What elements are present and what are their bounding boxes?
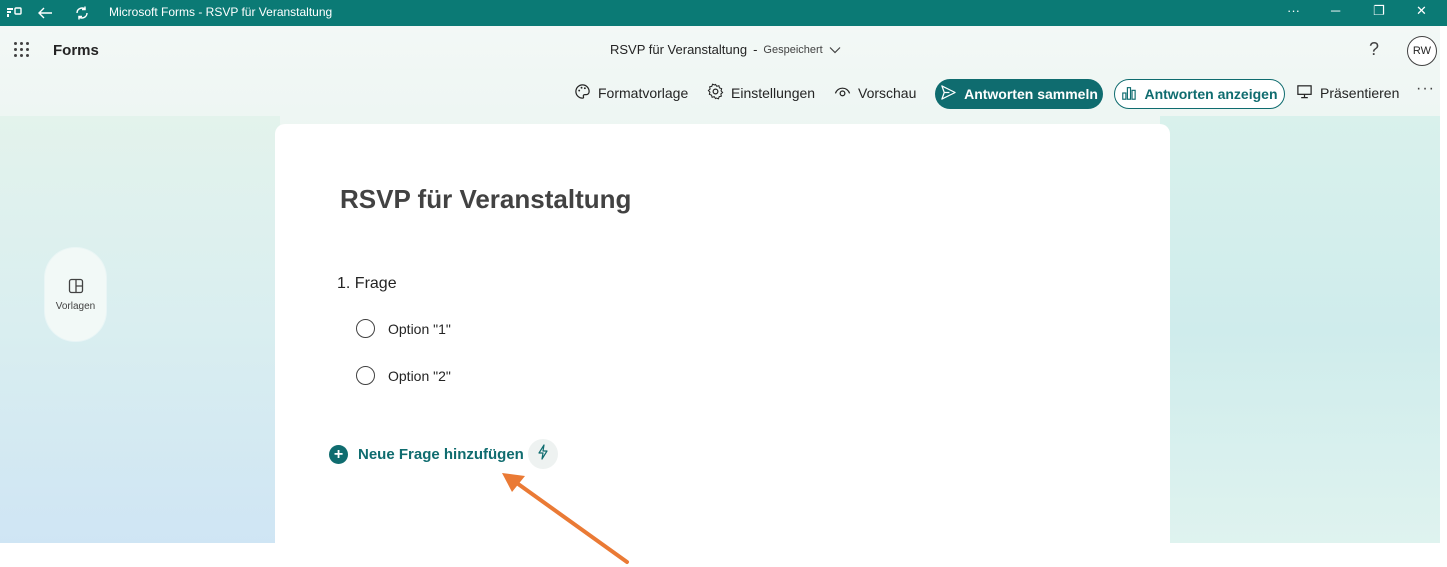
background-gradient-right: [1160, 116, 1440, 543]
title-separator: -: [753, 42, 758, 57]
bottom-margin: [0, 543, 1447, 567]
gear-icon: [707, 83, 724, 103]
view-responses-label: Antworten anzeigen: [1144, 86, 1278, 102]
app-launcher-icon[interactable]: [14, 42, 30, 58]
help-button[interactable]: ?: [1369, 39, 1379, 60]
collect-responses-button[interactable]: Antworten sammeln: [935, 79, 1103, 109]
presentation-icon: [1296, 83, 1313, 103]
back-arrow-icon[interactable]: [36, 4, 54, 22]
window-titlebar: Microsoft Forms - RSVP für Veranstaltung…: [0, 0, 1447, 26]
question-title[interactable]: 1. Frage: [337, 275, 397, 293]
templates-button[interactable]: Vorlagen: [45, 248, 106, 341]
option-label: Option "1": [388, 320, 451, 337]
collect-responses-label: Antworten sammeln: [964, 86, 1098, 102]
forms-app-icon: [6, 4, 22, 22]
plus-circle-icon: +: [329, 445, 348, 464]
theme-button[interactable]: Formatvorlage: [574, 78, 688, 108]
refresh-icon[interactable]: [73, 4, 91, 22]
view-responses-button[interactable]: Antworten anzeigen: [1114, 79, 1285, 109]
close-button[interactable]: ✕: [1416, 3, 1427, 19]
form-name-dropdown[interactable]: RSVP für Veranstaltung - Gespeichert: [610, 42, 841, 57]
lightning-icon: [536, 443, 550, 465]
chart-icon: [1121, 85, 1137, 104]
background-gradient-left: [0, 116, 280, 543]
radio-button[interactable]: [356, 319, 375, 338]
form-title[interactable]: RSVP für Veranstaltung: [340, 184, 631, 215]
layout-icon: [68, 278, 84, 299]
palette-icon: [574, 83, 591, 103]
right-edge: [1440, 26, 1447, 543]
send-icon: [940, 84, 957, 104]
app-header: Forms RSVP für Veranstaltung - Gespeiche…: [0, 26, 1440, 74]
app-name[interactable]: Forms: [53, 42, 99, 59]
chevron-down-icon: [829, 42, 841, 57]
ai-suggestion-button[interactable]: [528, 439, 558, 469]
present-label: Präsentieren: [1320, 85, 1400, 101]
settings-button[interactable]: Einstellungen: [707, 78, 815, 108]
radio-button[interactable]: [356, 366, 375, 385]
preview-label: Vorschau: [858, 85, 917, 101]
option-label: Option "2": [388, 367, 451, 384]
add-question-label: Neue Frage hinzufügen: [358, 446, 524, 463]
question-text: Frage: [354, 275, 397, 292]
add-question-button[interactable]: + Neue Frage hinzufügen: [329, 445, 524, 464]
answer-option[interactable]: Option "1": [356, 319, 451, 338]
more-options-button[interactable]: ···: [1416, 80, 1435, 98]
preview-button[interactable]: Vorschau: [834, 78, 916, 108]
avatar[interactable]: RW: [1407, 36, 1437, 66]
question-number: 1.: [337, 275, 351, 292]
settings-label: Einstellungen: [731, 85, 816, 101]
save-status: Gespeichert: [763, 43, 823, 56]
present-button[interactable]: Präsentieren: [1296, 78, 1399, 108]
eye-icon: [834, 83, 851, 103]
window-title: Microsoft Forms - RSVP für Veranstaltung: [109, 5, 333, 19]
templates-label: Vorlagen: [55, 300, 96, 312]
restore-button[interactable]: ❐: [1373, 3, 1385, 19]
theme-label: Formatvorlage: [598, 85, 689, 101]
answer-option[interactable]: Option "2": [356, 366, 451, 385]
form-name: RSVP für Veranstaltung: [610, 42, 748, 57]
form-card: RSVP für Veranstaltung 1. Frage Option "…: [275, 124, 1170, 543]
minimize-button[interactable]: ─: [1331, 3, 1340, 18]
app-canvas: Forms RSVP für Veranstaltung - Gespeiche…: [0, 26, 1440, 543]
window-more-button[interactable]: ···: [1287, 3, 1300, 18]
form-toolbar: Formatvorlage Einstellungen Vorschau Ant…: [0, 78, 1440, 110]
